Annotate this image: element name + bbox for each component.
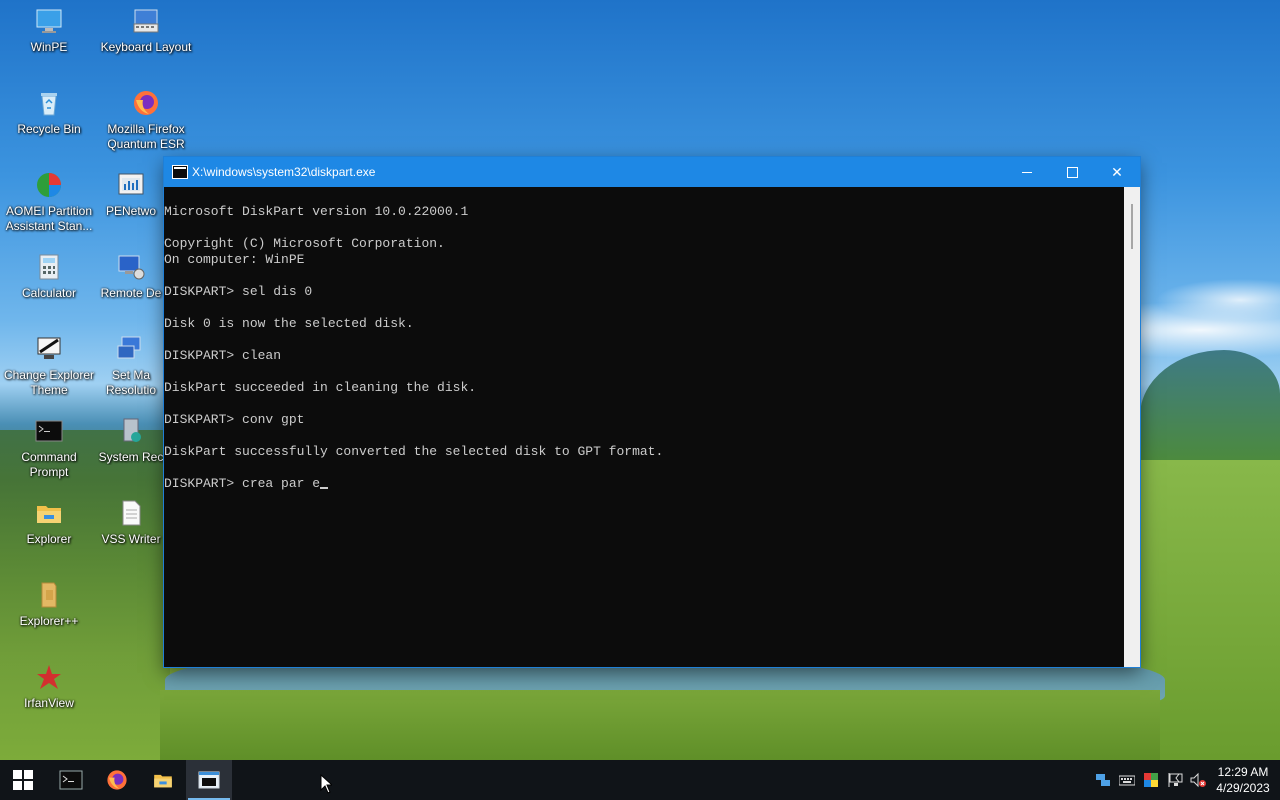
color-icon[interactable] (1143, 772, 1159, 788)
windows-logo-icon (13, 770, 33, 790)
console-line: On computer: WinPE (164, 252, 305, 267)
desktop-icon-remote-desktop[interactable]: Remote De (98, 252, 164, 301)
console-output[interactable]: Microsoft DiskPart version 10.0.22000.1 … (164, 187, 1124, 667)
desktop-icon-vss-writer[interactable]: VSS Writer (98, 498, 164, 547)
console-line: Copyright (C) Microsoft Corporation. (164, 236, 445, 251)
keyboard-icon[interactable] (1119, 772, 1135, 788)
irfanview-icon (37, 665, 61, 689)
resolution-icon (117, 336, 141, 359)
icon-label: Mozilla Firefox Quantum ESR (107, 122, 185, 151)
theme-icon (37, 337, 61, 359)
console-prompt-line[interactable]: DISKPART> crea par e (164, 476, 329, 492)
console-line: Disk 0 is now the selected disk. (164, 316, 414, 331)
desktop-icon-system-recovery[interactable]: System Rec (98, 416, 164, 465)
desktop-icon-recycle-bin[interactable]: Recycle Bin (1, 88, 97, 137)
text-cursor (320, 487, 329, 489)
cmd-taskbar-button[interactable] (48, 760, 94, 800)
close-icon: ✕ (1111, 163, 1123, 180)
icon-label: Change Explorer Theme (3, 368, 95, 397)
desktop-icon-explorer[interactable]: Explorer (1, 498, 97, 547)
firefox-icon (134, 91, 158, 115)
wallpaper-grass-right (1140, 460, 1280, 760)
maximize-icon (1066, 166, 1078, 178)
icon-label: IrfanView (24, 696, 74, 710)
calculator-icon (39, 254, 59, 280)
icon-label: VSS Writer (101, 532, 161, 546)
icon-label: WinPE (30, 40, 68, 54)
firefox-icon (107, 770, 127, 790)
network-adapter-icon[interactable] (1095, 772, 1111, 788)
window-title: X:\windows\system32\diskpart.exe (192, 165, 376, 179)
desktop-icon-keyboard-layout[interactable]: Keyboard Layout (98, 6, 194, 55)
icon-label: Recycle Bin (17, 122, 81, 136)
desktop-icon-aomei[interactable]: AOMEI Partition Assistant Stan... (1, 170, 97, 234)
console-titlebar[interactable]: X:\windows\system32\diskpart.exe ✕ (164, 157, 1140, 187)
network-icon[interactable] (1168, 772, 1184, 788)
console-line: Microsoft DiskPart version 10.0.22000.1 (164, 204, 469, 219)
mouse-pointer-icon (320, 774, 332, 794)
icon-label: Keyboard Layout (100, 40, 192, 54)
icon-label: Calculator (21, 286, 77, 300)
console-window-icon (198, 771, 220, 789)
diskpart-console-window[interactable]: X:\windows\system32\diskpart.exe ✕ Micro… (164, 157, 1140, 667)
icon-label: PENetwo (105, 204, 157, 218)
console-input-text: DISKPART> crea par e (164, 476, 321, 491)
monitor-icon (36, 9, 62, 33)
start-button[interactable] (0, 760, 46, 800)
icon-label: AOMEI Partition Assistant Stan... (5, 204, 93, 233)
document-icon (122, 500, 141, 526)
wallpaper-grass-bottom (160, 690, 1160, 760)
firefox-taskbar-button[interactable] (94, 760, 140, 800)
cmd-icon (35, 420, 63, 442)
aomei-icon (37, 173, 61, 197)
clock-date: 4/29/2023 (1216, 781, 1270, 795)
icon-label: Command Prompt (21, 450, 77, 479)
wallpaper-hill (1140, 350, 1280, 460)
cmd-icon (59, 770, 83, 790)
taskbar: 12:29 AM 4/29/2023 (0, 760, 1280, 800)
explorer-taskbar-button[interactable] (140, 760, 186, 800)
diskpart-taskbar-button[interactable] (186, 760, 232, 800)
icon-label: Set Ma Resolutio (105, 368, 157, 397)
desktop-icon-firefox[interactable]: Mozilla Firefox Quantum ESR (98, 88, 194, 152)
desktop-icon-set-max-resolution[interactable]: Set Ma Resolutio (98, 334, 164, 398)
taskbar-clock[interactable]: 12:29 AM 4/29/2023 (1212, 764, 1274, 796)
folder-icon (154, 774, 172, 788)
desktop-icon-penetwork[interactable]: PENetwo (98, 170, 164, 219)
icon-label: System Rec (98, 450, 164, 464)
icon-label: Explorer++ (19, 614, 79, 628)
icon-label: Remote De (100, 286, 162, 300)
console-line: DISKPART> clean (164, 348, 282, 363)
network-icon (118, 173, 144, 195)
console-line: DISKPART> sel dis 0 (164, 284, 313, 299)
volume-muted-icon[interactable] (1190, 772, 1206, 788)
minimize-button[interactable] (1004, 157, 1050, 187)
system-recovery-icon (123, 418, 141, 442)
scrollbar-thumb[interactable] (1131, 204, 1133, 249)
desktop-icon-command-prompt[interactable]: Command Prompt (1, 416, 97, 480)
desktop-icon-change-explorer-theme[interactable]: Change Explorer Theme (1, 334, 97, 398)
console-window-icon (172, 165, 188, 179)
desktop-icon-explorerpp[interactable]: Explorer++ (1, 580, 97, 629)
recycle-bin-icon (41, 93, 57, 116)
console-line: DISKPART> conv gpt (164, 412, 305, 427)
desktop-icon-winpe[interactable]: WinPE (1, 6, 97, 55)
folder-icon (37, 506, 61, 523)
desktop-icon-irfanview[interactable]: IrfanView (1, 662, 97, 711)
console-scrollbar[interactable] (1124, 187, 1140, 667)
console-line: DiskPart succeeded in cleaning the disk. (164, 380, 477, 395)
keyboard-icon (133, 9, 159, 33)
clock-time: 12:29 AM (1217, 765, 1269, 779)
console-line: DiskPart successfully converted the sele… (164, 444, 664, 459)
minimize-icon (1022, 171, 1032, 173)
maximize-button[interactable] (1049, 157, 1095, 187)
close-button[interactable]: ✕ (1094, 157, 1140, 187)
desktop-icon-calculator[interactable]: Calculator (1, 252, 97, 301)
explorerpp-icon (41, 582, 57, 608)
remote-desktop-icon (118, 255, 145, 280)
icon-label: Explorer (26, 532, 72, 546)
